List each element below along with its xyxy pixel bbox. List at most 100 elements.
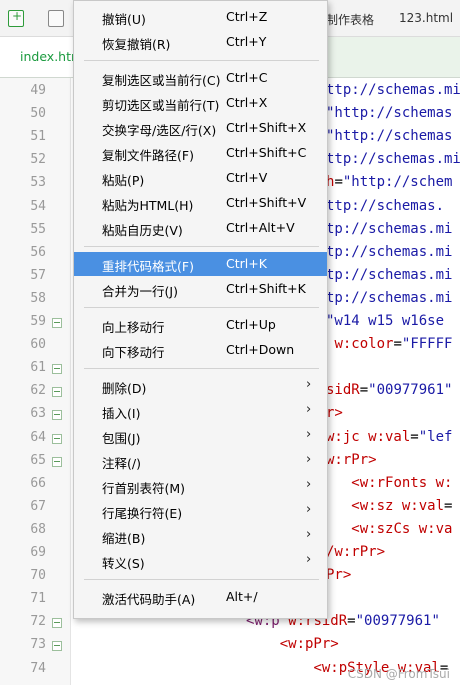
code-line: "http://schemas bbox=[326, 128, 453, 145]
line-number: 71 bbox=[30, 591, 46, 607]
line-number: 50 bbox=[30, 106, 46, 122]
menu-item[interactable]: 删除(D) › bbox=[74, 374, 327, 398]
submenu-arrow-icon: › bbox=[306, 452, 312, 467]
submenu-arrow-icon: › bbox=[306, 402, 312, 417]
tab-active[interactable]: index.htm bbox=[0, 37, 83, 77]
menu-item-label: 删除(D) bbox=[102, 381, 147, 396]
code-line: "http://schemas bbox=[326, 105, 453, 122]
menu-item[interactable]: 向下移动行 Ctrl+Down bbox=[74, 338, 327, 362]
code-line: r> bbox=[326, 405, 343, 422]
menu-item[interactable]: 激活代码助手(A) Alt+/ bbox=[74, 585, 327, 609]
menu-item-label: 复制文件路径(F) bbox=[102, 148, 194, 163]
code-line: tp://schemas.mi bbox=[326, 220, 453, 237]
fold-toggle-icon[interactable] bbox=[52, 641, 62, 652]
menu-separator bbox=[84, 368, 319, 369]
line-number: 54 bbox=[30, 198, 46, 214]
line-number: 49 bbox=[30, 83, 46, 98]
code-line: sidR="00977961" bbox=[326, 382, 453, 399]
menu-item-label: 粘贴(P) bbox=[102, 173, 145, 188]
fold-toggle-icon[interactable] bbox=[52, 618, 62, 629]
menu-item[interactable]: 插入(I) › bbox=[74, 399, 327, 423]
menu-item-shortcut: Ctrl+X bbox=[226, 95, 268, 110]
fold-toggle-icon[interactable] bbox=[52, 364, 62, 375]
menu-separator bbox=[84, 60, 319, 61]
menu-item-shortcut: Ctrl+Y bbox=[226, 34, 267, 49]
menu-item-label: 恢复撤销(R) bbox=[102, 37, 171, 52]
menu-item-shortcut: Ctrl+Alt+V bbox=[226, 220, 295, 235]
menu-item-shortcut: Ctrl+Down bbox=[226, 342, 295, 357]
fold-toggle-icon[interactable] bbox=[52, 456, 62, 467]
menu-item[interactable]: 剪切选区或当前行(T) Ctrl+X bbox=[74, 91, 327, 115]
menu-item[interactable]: 重排代码格式(F) Ctrl+K bbox=[74, 252, 327, 276]
code-line: <w:pPr> bbox=[279, 636, 339, 653]
line-number: 64 bbox=[30, 429, 46, 445]
menu-separator bbox=[84, 307, 319, 308]
code-line: ttp://schemas.mi bbox=[326, 82, 460, 98]
menu-item-label: 向下移动行 bbox=[102, 345, 165, 360]
line-number: 55 bbox=[30, 221, 46, 237]
menu-item[interactable]: 注释(/) › bbox=[74, 449, 327, 473]
menu-item-label: 缩进(B) bbox=[102, 531, 146, 546]
menu-item[interactable]: 缩进(B) › bbox=[74, 524, 327, 548]
fold-toggle-icon[interactable] bbox=[52, 410, 62, 421]
line-number: 68 bbox=[30, 521, 46, 537]
line-number: 60 bbox=[30, 337, 46, 353]
fold-toggle-icon[interactable] bbox=[52, 433, 62, 444]
menu-item[interactable]: 向上移动行 Ctrl+Up bbox=[74, 313, 327, 337]
menu-item-label: 激活代码助手(A) bbox=[102, 592, 196, 607]
line-number: 57 bbox=[30, 267, 46, 283]
tab-file[interactable]: 123.html bbox=[399, 11, 453, 25]
submenu-arrow-icon: › bbox=[306, 502, 312, 517]
line-number: 58 bbox=[30, 290, 46, 306]
tab-prev[interactable]: 制作表格 bbox=[326, 11, 374, 28]
menu-item[interactable]: 合并为一行(J) Ctrl+Shift+K bbox=[74, 277, 327, 301]
menu-item[interactable]: 粘贴(P) Ctrl+V bbox=[74, 166, 327, 190]
code-line: tp://schemas.mi bbox=[326, 289, 453, 306]
line-number: 63 bbox=[30, 406, 46, 422]
code-line: w:rPr> bbox=[326, 451, 377, 468]
new-file-icon[interactable] bbox=[8, 9, 24, 27]
line-number: 53 bbox=[30, 175, 46, 191]
menu-item-shortcut: Ctrl+Shift+C bbox=[226, 145, 307, 160]
line-number: 59 bbox=[30, 314, 46, 329]
fold-toggle-icon[interactable] bbox=[52, 318, 62, 328]
code-line: Pr> bbox=[326, 567, 352, 584]
menu-item-label: 注释(/) bbox=[102, 456, 141, 471]
code-line: <w:szCs w:va bbox=[351, 520, 453, 537]
menu-item-label: 行尾换行符(E) bbox=[102, 506, 183, 521]
menu-item-label: 撤销(U) bbox=[102, 12, 146, 27]
menu-item-label: 向上移动行 bbox=[102, 320, 165, 335]
menu-item[interactable]: 复制选区或当前行(C) Ctrl+C bbox=[74, 66, 327, 90]
fold-toggle-icon[interactable] bbox=[52, 387, 62, 398]
menu-item-label: 剪切选区或当前行(T) bbox=[102, 98, 220, 113]
menu-item[interactable]: 粘贴为HTML(H) Ctrl+Shift+V bbox=[74, 191, 327, 215]
code-line: /w:rPr> bbox=[326, 544, 386, 560]
line-number: 52 bbox=[30, 152, 46, 168]
menu-item[interactable]: 行尾换行符(E) › bbox=[74, 499, 327, 523]
line-number: 69 bbox=[30, 545, 46, 560]
line-number: 73 bbox=[30, 637, 46, 653]
menu-item[interactable]: 撤销(U) Ctrl+Z bbox=[74, 5, 327, 29]
menu-item-label: 行首别表符(M) bbox=[102, 481, 186, 496]
menu-separator bbox=[84, 579, 319, 580]
submenu-arrow-icon: › bbox=[306, 527, 312, 542]
menu-item[interactable]: 行首别表符(M) › bbox=[74, 474, 327, 498]
menu-item[interactable]: 包围(J) › bbox=[74, 424, 327, 448]
menu-item[interactable]: 恢复撤销(R) Ctrl+Y bbox=[74, 30, 327, 54]
menu-item-shortcut: Ctrl+V bbox=[226, 170, 268, 185]
submenu-arrow-icon: › bbox=[306, 477, 312, 492]
line-number: 65 bbox=[30, 452, 46, 468]
menu-item[interactable]: 转义(S) › bbox=[74, 549, 327, 573]
menu-item[interactable]: 复制文件路径(F) Ctrl+Shift+C bbox=[74, 141, 327, 165]
code-line: ttp://schemas. bbox=[326, 197, 445, 214]
menu-item-shortcut: Ctrl+Up bbox=[226, 317, 276, 332]
menu-item-label: 交换字母/选区/行(X) bbox=[102, 123, 217, 138]
menu-item-shortcut: Ctrl+C bbox=[226, 70, 268, 85]
save-icon[interactable] bbox=[48, 10, 64, 27]
menu-item[interactable]: 交换字母/选区/行(X) Ctrl+Shift+X bbox=[74, 116, 327, 140]
line-number: 67 bbox=[30, 498, 46, 514]
code-line: w:jc w:val="lef bbox=[326, 428, 453, 445]
menu-item[interactable]: 粘贴自历史(V) Ctrl+Alt+V bbox=[74, 216, 327, 240]
menu-item-shortcut: Ctrl+Shift+K bbox=[226, 281, 306, 296]
context-menu: 撤销(U) Ctrl+Z 恢复撤销(R) Ctrl+Y 复制选区或当前行(C) Ctrl+… bbox=[73, 0, 328, 619]
